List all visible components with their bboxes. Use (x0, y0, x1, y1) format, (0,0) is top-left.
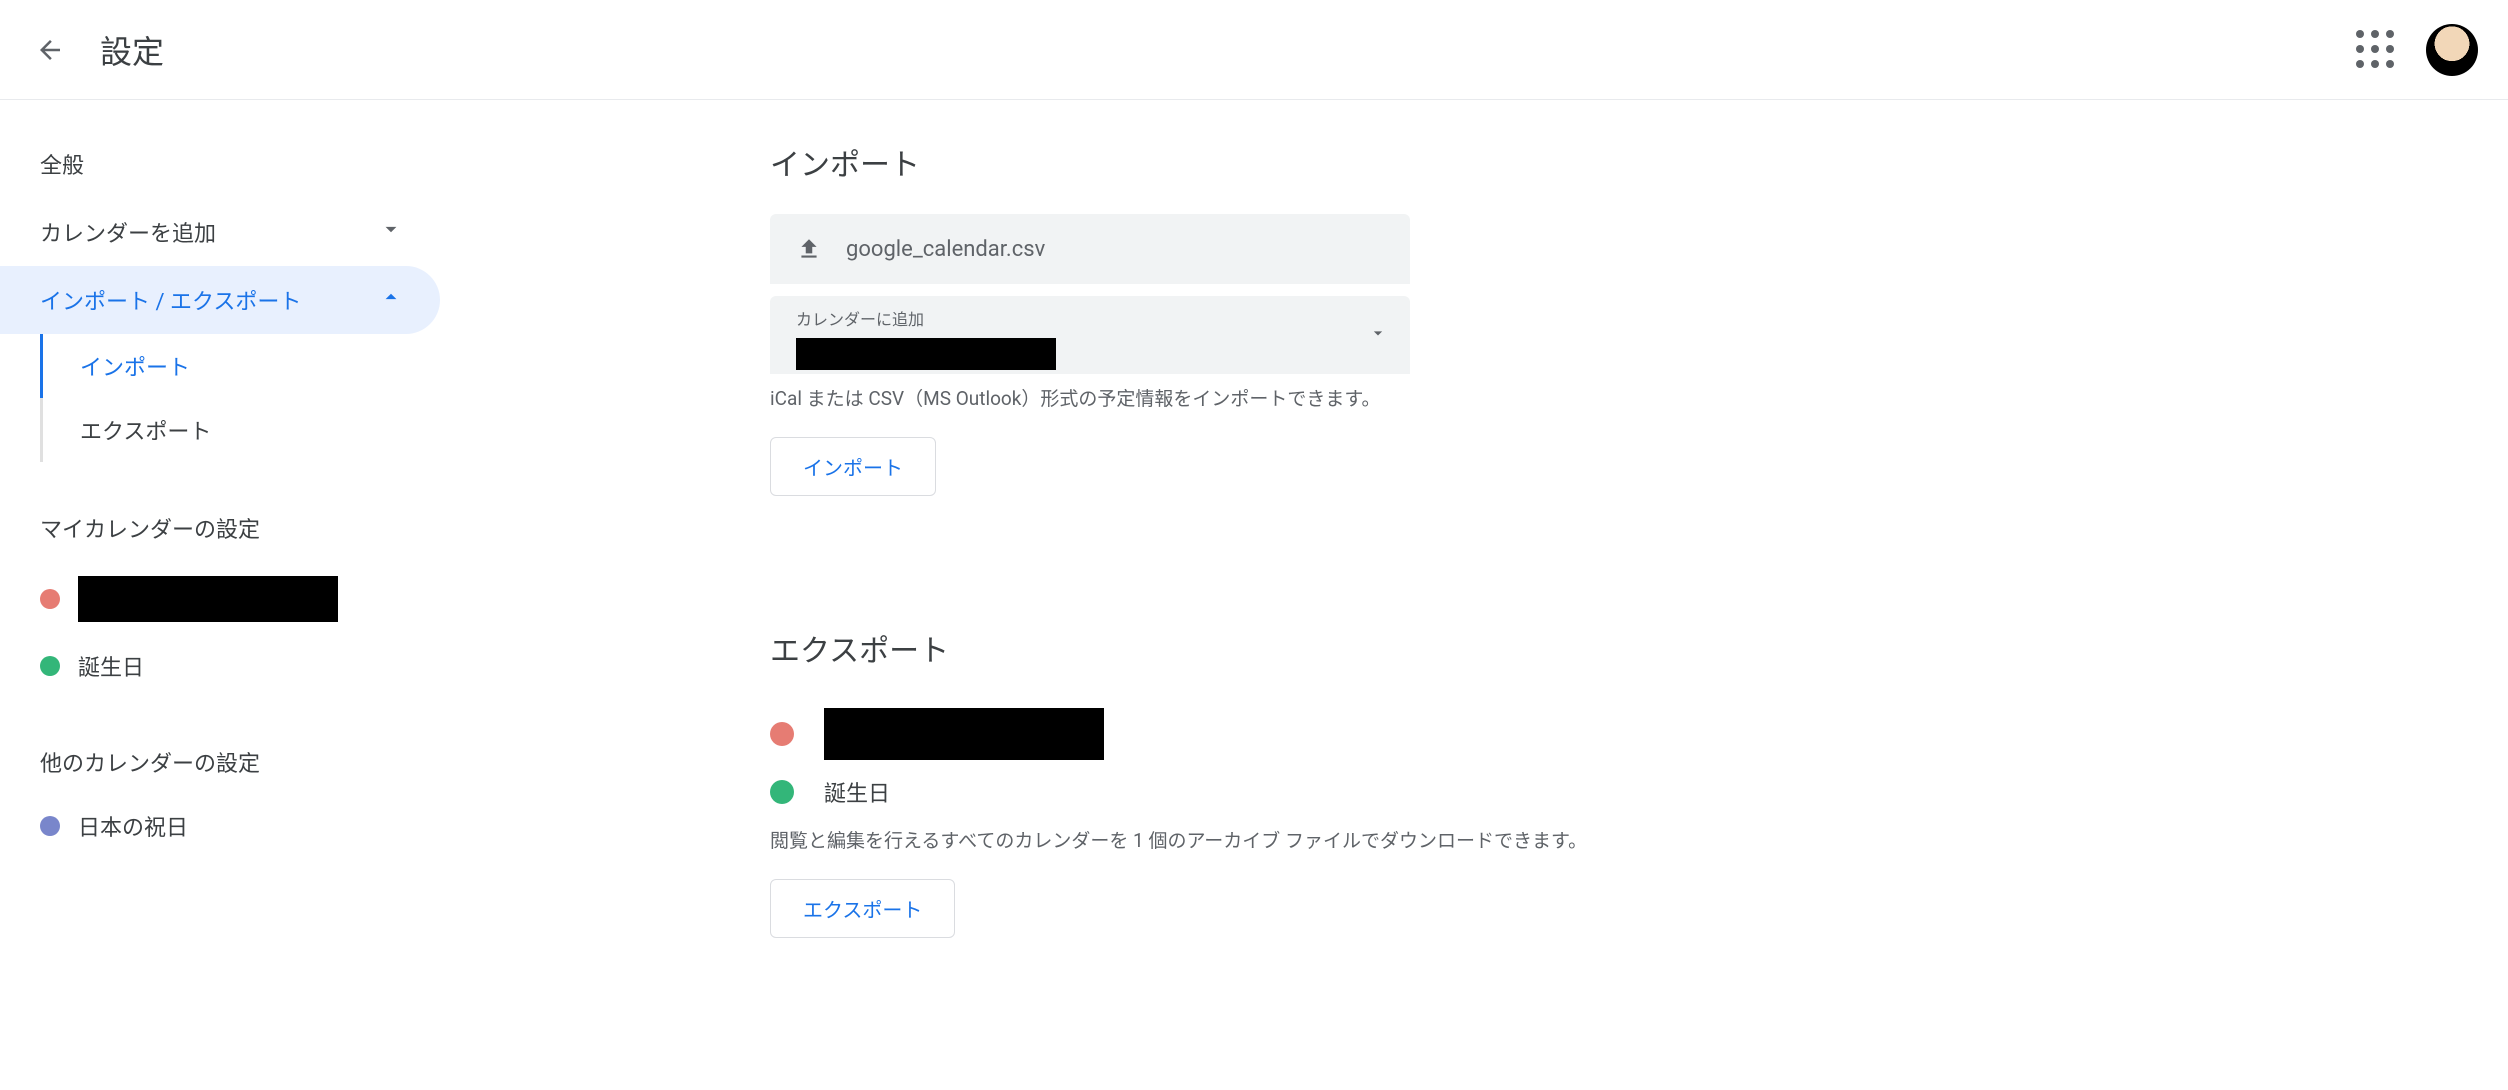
dropdown-value (796, 330, 1384, 374)
main-content: インポート google_calendar.csv カレンダーに追加 iCal … (440, 100, 2508, 938)
page-title: 設定 (100, 27, 164, 73)
header-left: 設定 (30, 27, 164, 73)
sidebar-item-label: 誕生日 (78, 650, 144, 682)
sidebar-item-add-calendar[interactable]: カレンダーを追加 (0, 198, 440, 266)
export-title: エクスポート (770, 626, 2508, 670)
chevron-up-icon (378, 284, 404, 316)
upload-icon (796, 236, 822, 262)
content: 全般 カレンダーを追加 インポート / エクスポート インポート エクスポート … (0, 100, 2508, 938)
import-title: インポート (770, 140, 2508, 184)
avatar[interactable] (2426, 24, 2478, 76)
calendar-color-dot (40, 589, 60, 609)
calendar-color-dot (770, 780, 794, 804)
file-upload-field[interactable]: google_calendar.csv (770, 214, 1410, 284)
sidebar-item-label: インポート / エクスポート (40, 284, 301, 316)
redacted-label (796, 338, 1056, 370)
export-helper-text: 閲覧と編集を行えるすべてのカレンダーを 1 個のアーカイブ ファイルでダウンロー… (770, 826, 2508, 853)
dropdown-label: カレンダーに追加 (796, 306, 1384, 330)
import-section: インポート google_calendar.csv カレンダーに追加 iCal … (770, 140, 2508, 496)
header-right (2356, 24, 2478, 76)
export-button[interactable]: エクスポート (770, 879, 955, 938)
sidebar-section-my-calendars: マイカレンダーの設定 (0, 462, 440, 562)
header-bar: 設定 (0, 0, 2508, 100)
sidebar-calendar-item[interactable]: 誕生日 (0, 636, 440, 696)
export-calendar-label: 誕生日 (824, 776, 890, 808)
dropdown-arrow-icon (1368, 323, 1388, 347)
export-section: エクスポート 誕生日 閲覧と編集を行えるすべてのカレンダーを 1 個のアーカイブ… (770, 626, 2508, 938)
import-button[interactable]: インポート (770, 437, 936, 496)
sidebar-item-label: 日本の祝日 (78, 810, 188, 842)
calendar-color-dot (770, 722, 794, 746)
sidebar-section-other-calendars: 他のカレンダーの設定 (0, 696, 440, 796)
sidebar-subitem-import[interactable]: インポート (0, 334, 440, 398)
sidebar-item-general[interactable]: 全般 (0, 130, 440, 198)
back-button[interactable] (30, 30, 70, 70)
sidebar-item-label: エクスポート (80, 414, 211, 446)
button-label: インポート (803, 452, 903, 481)
sidebar-item-label: 全般 (40, 148, 84, 180)
redacted-label (824, 708, 1104, 760)
file-name: google_calendar.csv (846, 237, 1045, 262)
sidebar-item-import-export[interactable]: インポート / エクスポート (0, 266, 440, 334)
calendar-color-dot (40, 816, 60, 836)
sidebar-item-label: カレンダーを追加 (40, 216, 216, 248)
sidebar-subitem-export[interactable]: エクスポート (0, 398, 440, 462)
arrow-left-icon (35, 35, 65, 65)
button-label: エクスポート (803, 894, 922, 923)
sidebar-calendar-item[interactable]: 日本の祝日 (0, 796, 440, 856)
import-helper-text: iCal または CSV（MS Outlook）形式の予定情報をインポートできま… (770, 384, 2508, 411)
export-calendar-item: 誕生日 (770, 768, 2508, 816)
sidebar-calendar-item[interactable] (0, 562, 440, 636)
file-upload-row: google_calendar.csv (770, 214, 1410, 284)
export-calendar-item (770, 700, 2508, 768)
calendar-color-dot (40, 656, 60, 676)
redacted-label (78, 576, 338, 622)
chevron-down-icon (378, 216, 404, 248)
sidebar-item-label: インポート (80, 350, 190, 382)
sidebar: 全般 カレンダーを追加 インポート / エクスポート インポート エクスポート … (0, 100, 440, 938)
apps-icon[interactable] (2356, 30, 2396, 70)
calendar-select-dropdown[interactable]: カレンダーに追加 (770, 296, 1410, 374)
